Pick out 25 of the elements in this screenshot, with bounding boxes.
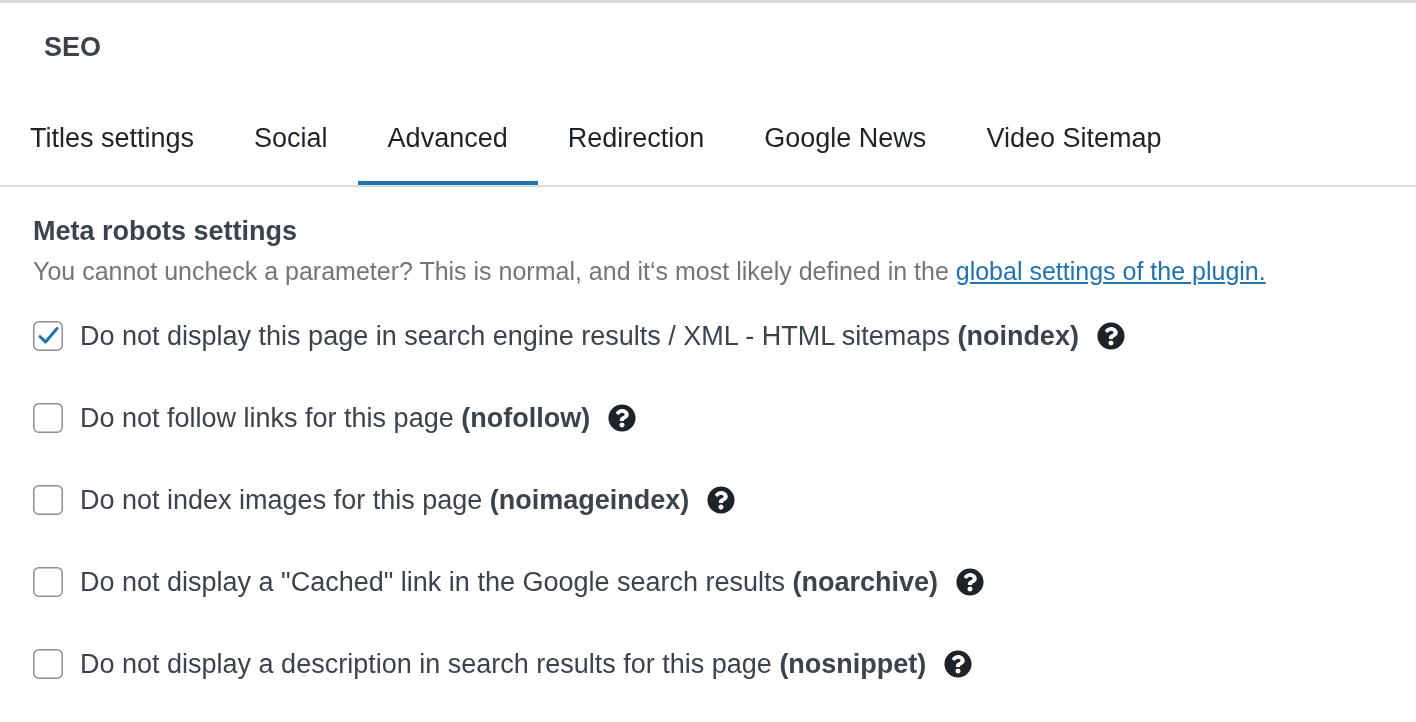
- help-icon[interactable]: [1096, 322, 1125, 350]
- panel-title: SEO: [44, 31, 102, 63]
- tab[interactable]: Video Sitemap: [956, 91, 1192, 185]
- settings-link[interactable]: global settings of the plugin.: [955, 257, 1266, 285]
- option-label: Do not index images for this page (noimageindex): [80, 484, 690, 516]
- help-icon[interactable]: [608, 404, 637, 432]
- help-icon[interactable]: [707, 486, 736, 514]
- tab[interactable]: Google News: [734, 91, 957, 185]
- tab[interactable]: Advanced: [357, 91, 538, 185]
- checkbox[interactable]: [33, 649, 63, 679]
- option-label: Do not display a description in search results for this page (nosnippet): [80, 648, 927, 680]
- help-icon[interactable]: [956, 568, 985, 596]
- option-label: Do not display a "Cached" link in the Google search results (noarchive): [80, 566, 939, 598]
- tab[interactable]: Titles settings: [0, 91, 225, 185]
- option-label: Do not follow links for this page (nofollow): [80, 402, 591, 434]
- checkbox[interactable]: [33, 567, 63, 597]
- help-icon[interactable]: [944, 650, 973, 678]
- option-label: Do not display this page in search engine results / XML - HTML sitemaps (noindex): [80, 320, 1079, 352]
- checkbox[interactable]: [33, 321, 63, 351]
- section-heading: Meta robots settings: [33, 216, 299, 246]
- checkbox[interactable]: [33, 485, 63, 515]
- tab[interactable]: Redirection: [537, 91, 735, 185]
- tab[interactable]: Social: [224, 91, 358, 185]
- checkbox[interactable]: [33, 403, 63, 433]
- section-description: You cannot uncheck a parameter? This is normal, and it‘s most likely defined in the global settings of the plugin.: [33, 256, 1267, 286]
